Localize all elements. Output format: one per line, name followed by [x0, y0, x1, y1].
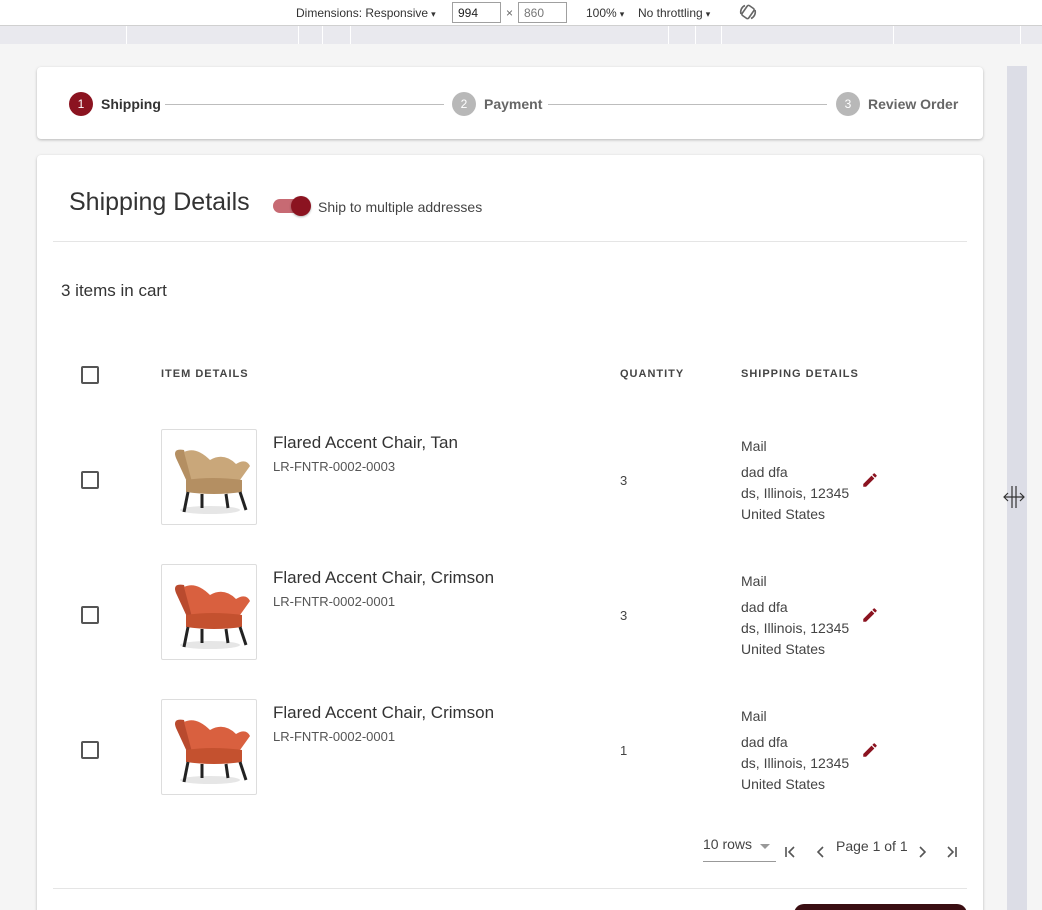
chair-crimson-image — [175, 719, 250, 784]
ruler-tick — [126, 26, 127, 44]
product-name[interactable]: Flared Accent Chair, Crimson — [273, 568, 494, 588]
media-query-ruler[interactable] — [0, 26, 1042, 44]
address-line-2: ds, Illinois, 12345 — [741, 485, 850, 501]
address-line-2: ds, Illinois, 12345 — [741, 620, 850, 636]
shipping-method: Mail — [741, 708, 767, 724]
ruler-tick — [893, 26, 894, 44]
rows-per-page-select[interactable]: 10 rows — [703, 836, 776, 862]
ruler-tick — [668, 26, 669, 44]
product-image — [161, 429, 257, 525]
shipping-method: Mail — [741, 438, 767, 454]
dimensions-dropdown[interactable]: Dimensions: Responsive ▾ — [296, 6, 436, 20]
chevron-down-icon: ▾ — [705, 9, 711, 19]
next-page-icon[interactable] — [914, 844, 930, 860]
shipping-method: Mail — [741, 573, 767, 589]
step-connector — [548, 104, 827, 105]
step-number: 3 — [836, 92, 860, 116]
address-line-3: United States — [741, 641, 826, 657]
ruler-tick — [695, 26, 696, 44]
first-page-icon[interactable] — [783, 844, 799, 860]
width-input[interactable] — [452, 2, 501, 23]
header-item-details: ITEM DETAILS — [161, 368, 249, 380]
address-line-2: ds, Illinois, 12345 — [741, 755, 850, 771]
step-label: Review Order — [868, 96, 959, 112]
table-row: Flared Accent Chair, Tan LR-FNTR-0002-00… — [37, 429, 983, 564]
continue-button[interactable] — [794, 904, 967, 910]
row-checkbox[interactable] — [81, 606, 99, 624]
quantity-value: 3 — [620, 473, 628, 488]
product-image — [161, 564, 257, 660]
row-checkbox[interactable] — [81, 741, 99, 759]
address-line-3: United States — [741, 506, 826, 522]
step-review-order[interactable]: 3 Review Order — [836, 92, 958, 116]
quantity-value: 1 — [620, 743, 628, 758]
product-name[interactable]: Flared Accent Chair, Tan — [273, 433, 458, 453]
step-label: Shipping — [101, 96, 161, 112]
toggle-thumb — [291, 196, 311, 216]
chair-tan-image — [175, 449, 250, 514]
checkout-stepper: 1 Shipping 2 Payment 3 Review Order — [37, 67, 983, 139]
times-symbol: × — [506, 6, 514, 20]
ruler-tick — [350, 26, 351, 44]
divider — [53, 241, 967, 242]
product-sku: LR-FNTR-0002-0001 — [273, 594, 396, 609]
step-payment[interactable]: 2 Payment — [452, 92, 542, 116]
header-shipping-details: SHIPPING DETAILS — [741, 368, 859, 380]
edit-pencil-icon[interactable] — [861, 471, 879, 489]
step-shipping[interactable]: 1 Shipping — [69, 92, 161, 116]
dropdown-arrow-icon — [760, 844, 770, 849]
multiple-addresses-toggle[interactable] — [271, 196, 311, 216]
previous-page-icon[interactable] — [813, 844, 829, 860]
address-line-3: United States — [741, 776, 826, 792]
address-line-1: dad dfa — [741, 734, 788, 750]
zoom-label: 100% — [586, 6, 617, 20]
row-checkbox[interactable] — [81, 471, 99, 489]
throttling-dropdown[interactable]: No throttling ▾ — [638, 6, 710, 20]
ruler-tick — [322, 26, 323, 44]
height-input[interactable] — [518, 2, 567, 23]
last-page-icon[interactable] — [943, 844, 959, 860]
edit-pencil-icon[interactable] — [861, 741, 879, 759]
zoom-dropdown[interactable]: 100% ▾ — [586, 6, 624, 20]
ruler-tick — [1020, 26, 1021, 44]
dimensions-label: Dimensions: Responsive — [296, 6, 429, 20]
address-line-1: dad dfa — [741, 464, 788, 480]
toggle-label: Ship to multiple addresses — [318, 199, 483, 215]
throttling-label: No throttling — [638, 6, 703, 20]
chair-crimson-image — [175, 584, 250, 649]
items-count: 3 items in cart — [61, 281, 167, 300]
ruler-tick — [298, 26, 299, 44]
shipping-details-card: Shipping Details Ship to multiple addres… — [37, 155, 983, 910]
table-row: Flared Accent Chair, Crimson LR-FNTR-000… — [37, 699, 983, 834]
ruler-tick — [721, 26, 722, 44]
select-all-checkbox[interactable] — [81, 366, 99, 384]
step-number: 2 — [452, 92, 476, 116]
page-indicator: Page 1 of 1 — [836, 838, 908, 854]
product-sku: LR-FNTR-0002-0001 — [273, 729, 396, 744]
product-image — [161, 699, 257, 795]
header-quantity: QUANTITY — [620, 368, 685, 380]
step-connector — [165, 104, 444, 105]
rotate-icon[interactable] — [738, 2, 758, 22]
page-title: Shipping Details — [69, 188, 250, 216]
step-number: 1 — [69, 92, 93, 116]
chevron-down-icon: ▾ — [431, 9, 436, 19]
divider — [53, 888, 967, 889]
quantity-value: 3 — [620, 608, 628, 623]
product-sku: LR-FNTR-0002-0003 — [273, 459, 396, 474]
chevron-down-icon: ▾ — [619, 9, 625, 19]
product-name[interactable]: Flared Accent Chair, Crimson — [273, 703, 494, 723]
step-label: Payment — [484, 96, 543, 112]
address-line-1: dad dfa — [741, 599, 788, 615]
rows-per-page-value: 10 rows — [703, 836, 753, 852]
table-row: Flared Accent Chair, Crimson LR-FNTR-000… — [37, 564, 983, 699]
devtools-toolbar: Dimensions: Responsive▾ × 100%▾ No throt… — [0, 0, 1042, 26]
resize-handle-icon[interactable] — [1002, 484, 1026, 510]
edit-pencil-icon[interactable] — [861, 606, 879, 624]
